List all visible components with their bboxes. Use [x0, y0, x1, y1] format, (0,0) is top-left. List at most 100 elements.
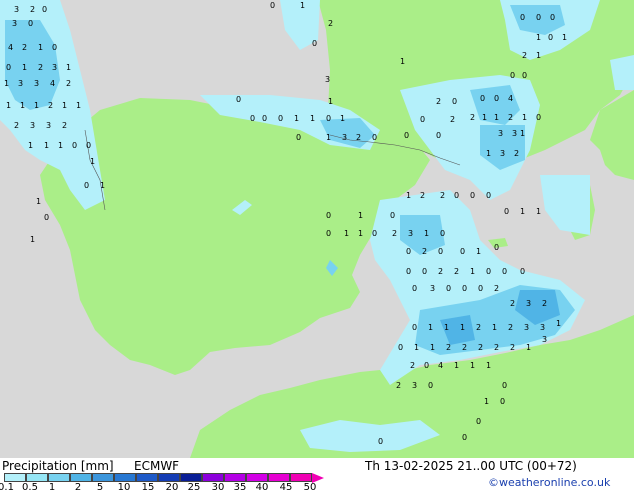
precip-value-label: 3: [18, 79, 23, 88]
precip-value-label: 2: [438, 267, 443, 276]
precip-value-label: 2: [476, 323, 481, 332]
precip-value-label: 1: [494, 113, 499, 122]
precip-value-label: 0: [420, 115, 425, 124]
precip-value-label: 3: [30, 121, 35, 130]
precip-value-label: 2: [508, 113, 513, 122]
precip-value-label: 3: [540, 323, 545, 332]
precip-value-label: 3: [14, 5, 19, 14]
precip-value-label: 1: [470, 361, 475, 370]
precip-value-label: 1: [44, 141, 49, 150]
precip-value-label: 2: [62, 121, 67, 130]
precip-value-label: 1: [38, 43, 43, 52]
precip-value-label: 0: [548, 33, 553, 42]
precip-value-label: 1: [486, 149, 491, 158]
precip-value-label: 0: [486, 267, 491, 276]
precip-value-label: 2: [396, 381, 401, 390]
precip-value-label: 0: [480, 94, 485, 103]
legend-color-swatch: [92, 473, 114, 482]
precip-value-label: 0: [550, 13, 555, 22]
precip-value-label: 0: [84, 181, 89, 190]
legend-tick-label: 35: [233, 482, 247, 493]
precip-value-label: 0: [86, 141, 91, 150]
precip-value-label: 1: [476, 247, 481, 256]
precip-value-label: 0: [486, 191, 491, 200]
precip-value-label: 1: [400, 57, 405, 66]
precip-value-label: 1: [20, 101, 25, 110]
precip-value-label: 2: [328, 19, 333, 28]
legend-color-swatch: [48, 473, 70, 482]
precip-value-label: 2: [440, 191, 445, 200]
precip-value-label: 1: [484, 397, 489, 406]
precip-value-label: 0: [404, 131, 409, 140]
precip-value-label: 2: [522, 51, 527, 60]
precip-value-label: 1: [340, 114, 345, 123]
precip-value-label: 2: [514, 149, 519, 158]
precip-value-label: 1: [520, 129, 525, 138]
precip-value-label: 1: [492, 323, 497, 332]
precip-value-label: 3: [500, 149, 505, 158]
precip-value-label: 0: [424, 361, 429, 370]
legend-tick-label: 25: [187, 482, 201, 493]
precip-value-label: 0: [494, 94, 499, 103]
precip-value-label: 0: [28, 19, 33, 28]
precip-value-label: 1: [90, 157, 95, 166]
precip-value-label: 0: [440, 229, 445, 238]
legend-color-swatch: [268, 473, 290, 482]
legend-color-swatch: [158, 473, 180, 482]
precip-value-label: 0: [398, 343, 403, 352]
legend-tick-label: 0.1: [0, 482, 14, 493]
precip-value-label: 2: [454, 267, 459, 276]
precip-value-label: 1: [326, 133, 331, 142]
precip-value-label: 3: [430, 284, 435, 293]
precip-value-label: 2: [436, 97, 441, 106]
precip-value-label: 3: [342, 133, 347, 142]
precip-value-label: 0: [378, 437, 383, 446]
precip-value-label: 3: [498, 129, 503, 138]
precip-value-label: 2: [510, 343, 515, 352]
legend-tick-label: 5: [96, 482, 104, 493]
precip-value-label: 0: [326, 211, 331, 220]
precip-value-label: 1: [562, 33, 567, 42]
precip-value-label: 2: [478, 343, 483, 352]
precip-value-label: 2: [14, 121, 19, 130]
precip-value-label: 2: [510, 299, 515, 308]
precip-value-label: 2: [420, 191, 425, 200]
precip-value-label: 0: [476, 417, 481, 426]
precip-value-label: 1: [556, 319, 561, 328]
precip-value-label: 1: [486, 361, 491, 370]
precip-value-label: 0: [436, 131, 441, 140]
precipitation-map: 3 2 03 04 2 1 00 1 2 3 11 3 3 4 21 1 1 2 1 12 3 3 21 1 1 0 010 1101…: [0, 0, 634, 458]
precip-value-label: 0: [438, 247, 443, 256]
precip-value-label: 0: [462, 433, 467, 442]
precip-value-label: 1: [310, 114, 315, 123]
precip-value-label: 0: [312, 39, 317, 48]
precip-value-label: 2: [508, 323, 513, 332]
precip-value-label: 0: [412, 323, 417, 332]
precip-value-label: 0: [462, 284, 467, 293]
precip-value-label: 0: [372, 133, 377, 142]
legend-tick-label: 1: [48, 482, 56, 493]
precip-value-label: 0: [326, 114, 331, 123]
precip-value-label: 1: [36, 197, 41, 206]
precip-value-label: 1: [30, 235, 35, 244]
legend-color-swatch: [202, 473, 224, 482]
legend-color-swatch: [224, 473, 246, 482]
precip-value-label: 1: [460, 323, 465, 332]
precip-value-label: 1: [62, 101, 67, 110]
precip-value-label: 3: [408, 229, 413, 238]
precip-value-label: 0: [522, 71, 527, 80]
precip-value-label: 2: [462, 343, 467, 352]
precip-value-label: 0: [72, 141, 77, 150]
precip-value-label: 0: [52, 43, 57, 52]
precip-value-label: 2: [48, 101, 53, 110]
precip-value-label: 3: [524, 323, 529, 332]
precip-value-label: 2: [470, 113, 475, 122]
precip-value-label: 0: [510, 71, 515, 80]
precip-value-label: 3: [412, 381, 417, 390]
precip-value-label: 0: [536, 13, 541, 22]
precip-value-label: 1: [414, 343, 419, 352]
precip-value-label: 1: [22, 63, 27, 72]
legend-tick-label: 30: [211, 482, 225, 493]
precip-value-label: 4: [508, 94, 513, 103]
legend-tick-label: 15: [141, 482, 155, 493]
